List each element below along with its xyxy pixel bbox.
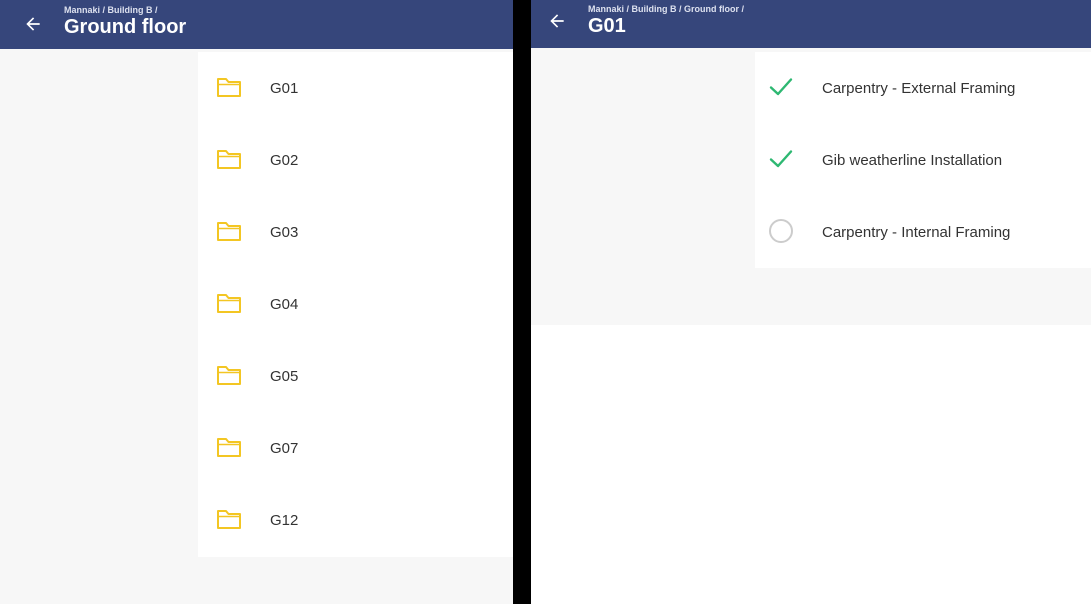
list-item-task[interactable]: Gib weatherline Installation: [755, 124, 1091, 196]
list-item-folder[interactable]: G03: [198, 196, 513, 268]
folder-label: G05: [270, 367, 299, 385]
app-bar: Mannaki / Building B / Ground floor: [0, 0, 513, 49]
list-item-folder[interactable]: G05: [198, 340, 513, 412]
folder-label: G02: [270, 151, 299, 169]
arrow-back-icon: [550, 14, 564, 28]
screen-divider: [513, 0, 531, 604]
folder-icon: [217, 294, 241, 313]
list-item-folder[interactable]: G04: [198, 268, 513, 340]
folder-list-screen: Mannaki / Building B / Ground floor G01 …: [0, 0, 513, 604]
task-list: Carpentry - External Framing Gib weather…: [755, 52, 1091, 268]
breadcrumb: Mannaki / Building B /: [64, 5, 158, 15]
folder-icon: [217, 78, 241, 97]
list-item-folder[interactable]: G01: [198, 52, 513, 124]
back-button[interactable]: [542, 6, 572, 36]
app-bar: Mannaki / Building B / Ground floor / G0…: [531, 0, 1091, 48]
folder-icon: [217, 510, 241, 529]
task-label: Carpentry - Internal Framing: [822, 223, 1011, 241]
list-item-folder[interactable]: G02: [198, 124, 513, 196]
task-label: Gib weatherline Installation: [822, 151, 1003, 169]
folder-label: G04: [270, 295, 299, 313]
check-icon: [769, 150, 793, 168]
folder-icon: [217, 222, 241, 241]
list-item-folder[interactable]: G12: [198, 484, 513, 556]
page-title: Ground floor: [64, 16, 187, 38]
folder-icon: [217, 150, 241, 169]
list-item-task[interactable]: Carpentry - Internal Framing: [755, 196, 1091, 268]
empty-circle-icon: [769, 219, 793, 243]
list-item-folder[interactable]: G07: [198, 412, 513, 484]
folder-label: G07: [270, 439, 299, 457]
breadcrumb: Mannaki / Building B / Ground floor /: [588, 4, 744, 14]
folder-icon: [217, 366, 241, 385]
folder-icon: [217, 438, 241, 457]
folder-label: G01: [270, 79, 299, 97]
list-item-task[interactable]: Carpentry - External Framing: [755, 52, 1091, 124]
task-list-screen: Mannaki / Building B / Ground floor / G0…: [531, 0, 1091, 604]
page-title: G01: [588, 15, 626, 37]
task-label: Carpentry - External Framing: [822, 79, 1016, 97]
back-button[interactable]: [18, 9, 48, 39]
folder-label: G03: [270, 223, 299, 241]
folder-list: G01 G02 G03 G04 G05 G07 G12: [198, 52, 513, 557]
check-icon: [769, 78, 793, 96]
arrow-back-icon: [26, 17, 40, 31]
folder-label: G12: [270, 511, 299, 529]
